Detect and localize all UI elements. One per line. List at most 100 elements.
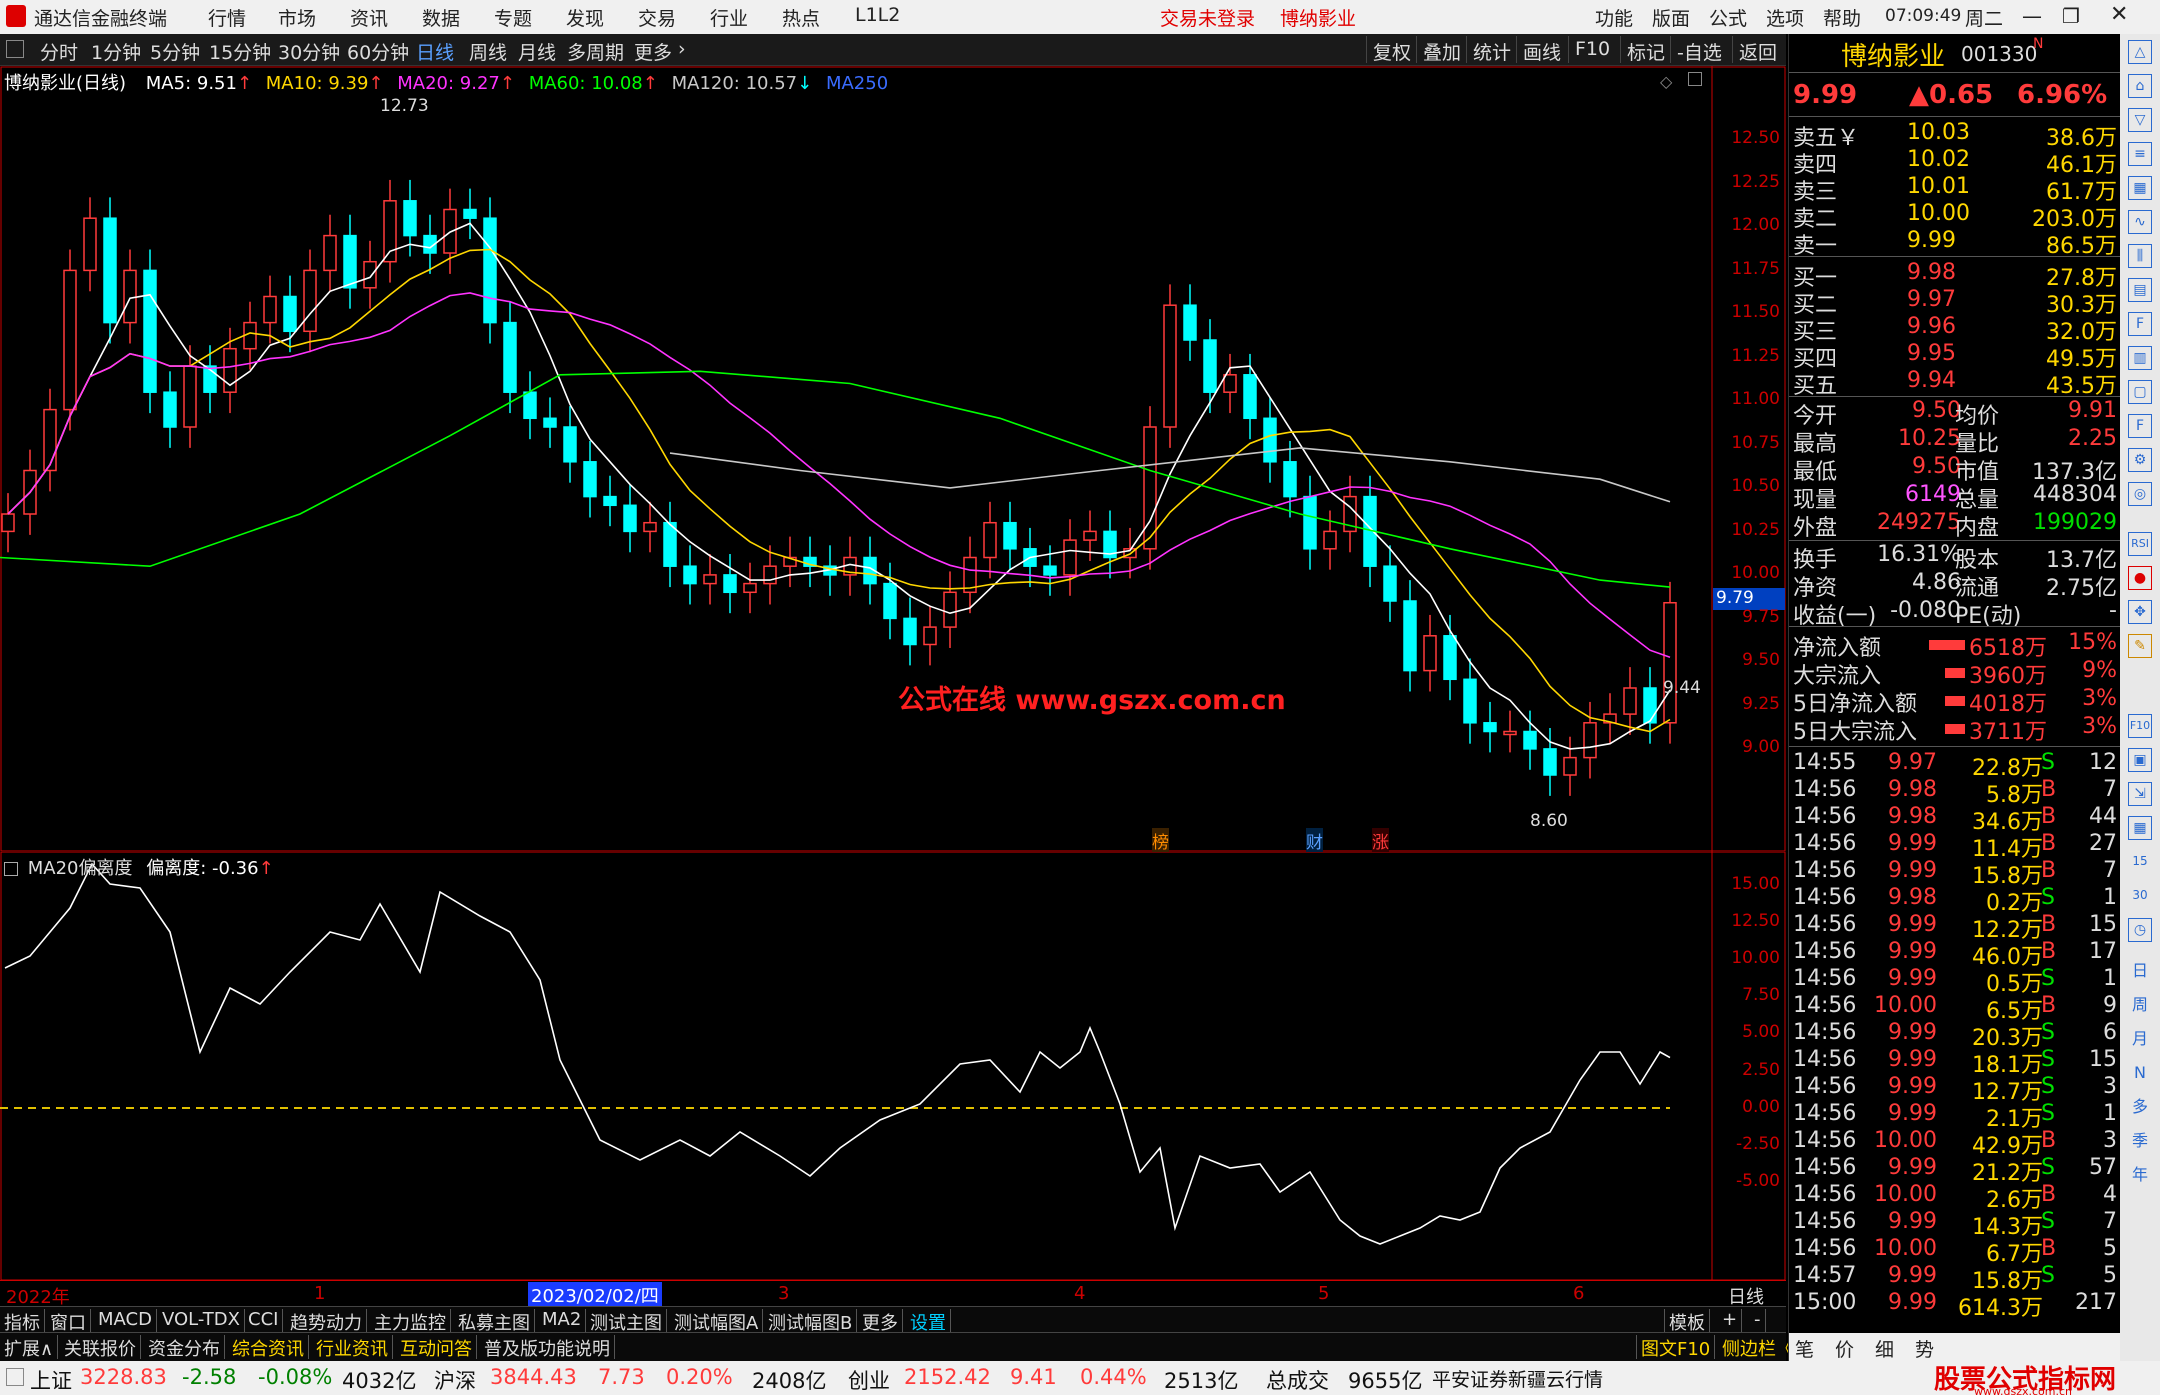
bid-row[interactable]: 买四 9.95 49.5万 [1789, 341, 2121, 372]
grid-icon[interactable]: ▦ [2128, 176, 2152, 200]
menu-redian[interactable]: 热点 [782, 4, 820, 31]
period-15-icon[interactable]: 15 [2128, 850, 2152, 874]
restore-icon[interactable]: ❐ [2062, 4, 2080, 28]
period-30min[interactable]: 30分钟 [278, 38, 340, 65]
marker-cai[interactable]: 财 [1306, 828, 1323, 853]
btn-f10[interactable]: F10 [1568, 36, 1616, 63]
period-season-icon[interactable]: 季 [2128, 1130, 2152, 1154]
stat-row[interactable]: 收益(一) -0.080 PE(动) - [1789, 598, 2121, 629]
tick-row[interactable]: 14:56 9.99 0.5万 S 1 [1789, 966, 2121, 997]
tab-jia[interactable]: 价 [1835, 1335, 1854, 1362]
kline-panel[interactable]: 博纳影业(日线) MA5: 9.51↑ MA10: 9.39↑ MA20: 9.… [0, 66, 1786, 853]
tick-row[interactable]: 14:57 9.99 15.8万 S 5 [1789, 1263, 2121, 1294]
period-30-icon[interactable]: 30 [2128, 884, 2152, 908]
menu-xuanxiang[interactable]: 选项 [1766, 4, 1804, 31]
up-arrow-icon[interactable]: △ [2128, 40, 2152, 64]
tab-macd[interactable]: MACD [94, 1309, 157, 1333]
btn-huaxian[interactable]: 画线 [1516, 36, 1567, 64]
tick-row[interactable]: 14:55 9.97 22.8万 S 12 [1789, 750, 2121, 781]
close-icon[interactable]: ✕ [2110, 2, 2128, 27]
period-daily[interactable]: 日线 [416, 38, 454, 65]
menu-banmian[interactable]: 版面 [1652, 4, 1690, 31]
tick-row[interactable]: 14:56 9.98 0.2万 S 1 [1789, 885, 2121, 916]
menu-faxian[interactable]: 发现 [566, 4, 604, 31]
period-multi[interactable]: 多周期 [567, 38, 624, 65]
btn-biaoji[interactable]: 标记 [1620, 36, 1671, 64]
tick-row[interactable]: 14:56 9.98 5.8万 B 7 [1789, 777, 2121, 808]
tick-row[interactable]: 14:56 9.99 46.0万 B 17 [1789, 939, 2121, 970]
tab-zijin[interactable]: 资金分布 [144, 1335, 225, 1360]
menu-bangzhu[interactable]: 帮助 [1823, 4, 1861, 31]
page-icon[interactable]: ▢ [2128, 380, 2152, 404]
move-icon[interactable]: ✥ [2128, 600, 2152, 624]
stat-row[interactable]: 最高 10.25 量比 2.25 [1789, 426, 2121, 457]
menu-l1l2[interactable]: L1L2 [855, 4, 900, 26]
period-n-icon[interactable]: N [2128, 1062, 2152, 1086]
pen-icon[interactable]: ✎ [2128, 634, 2152, 658]
tab-hangye[interactable]: 行业资讯 [312, 1335, 393, 1360]
alert-icon[interactable]: ● [2128, 566, 2152, 590]
fin-icon[interactable]: F [2128, 312, 2152, 336]
tab-vol-tdx[interactable]: VOL-TDX [158, 1309, 245, 1333]
tick-row[interactable]: 14:56 9.99 14.3万 S 7 [1789, 1209, 2121, 1240]
menu-hangye[interactable]: 行业 [710, 4, 748, 31]
bid-row[interactable]: 买五 9.94 43.5万 [1789, 368, 2121, 399]
tab-f10-tuwen[interactable]: 图文F10 [1636, 1335, 1716, 1360]
tab-ceshi-futu-a[interactable]: 测试幅图A [670, 1309, 764, 1334]
table-icon[interactable]: ▥ [2128, 346, 2152, 370]
tab-cci[interactable]: CCI [244, 1309, 284, 1333]
period-weekly[interactable]: 周线 [469, 38, 507, 65]
toggle-icon[interactable] [6, 40, 24, 58]
doc-icon[interactable]: ▤ [2128, 278, 2152, 302]
period-year-icon[interactable]: 年 [2128, 1164, 2152, 1188]
period-15min[interactable]: 15分钟 [209, 38, 271, 65]
bid-row[interactable]: 买三 9.96 32.0万 [1789, 314, 2121, 345]
tick-row[interactable]: 14:56 9.98 34.6万 B 44 [1789, 804, 2121, 835]
tick-row[interactable]: 14:56 9.99 15.8万 B 7 [1789, 858, 2121, 889]
menu-shichang[interactable]: 市场 [278, 4, 316, 31]
ask-row[interactable]: 卖五￥ 10.03 38.6万 [1789, 120, 2121, 151]
tick-row[interactable]: 14:56 9.99 20.3万 S 6 [1789, 1020, 2121, 1051]
window-icon[interactable]: ▣ [2128, 748, 2152, 772]
tab-zhibiao[interactable]: 指标 [0, 1309, 45, 1334]
stat-row[interactable]: 换手 16.31% 股本 13.7亿 [1789, 542, 2121, 573]
layout-icon[interactable]: ▦ [2128, 816, 2152, 840]
menu-jiaoyi[interactable]: 交易 [638, 4, 676, 31]
tab-hudong[interactable]: 互动问答 [396, 1335, 477, 1360]
panel-max-icon[interactable] [1688, 72, 1702, 86]
ask-row[interactable]: 卖一 9.99 86.5万 [1789, 228, 2121, 259]
period-day-icon[interactable]: 日 [2128, 960, 2152, 984]
chevron-right-icon[interactable]: › [678, 38, 686, 60]
btn-tongji[interactable]: 统计 [1466, 36, 1517, 64]
tab-puji[interactable]: 普及版功能说明 [480, 1335, 615, 1360]
hourly-icon[interactable]: ◷ [2128, 918, 2152, 942]
tab-bi[interactable]: 笔 [1795, 1335, 1814, 1362]
ask-row[interactable]: 卖二 10.00 203.0万 [1789, 201, 2121, 232]
stat-row[interactable]: 外盘 249275 内盘 199029 [1789, 510, 2121, 541]
add-panel-button[interactable]: + [1718, 1309, 1743, 1333]
tick-row[interactable]: 14:56 10.00 6.5万 B 9 [1789, 993, 2121, 1024]
tab-chuangkou[interactable]: 窗口 [46, 1309, 91, 1334]
btn-fanhui[interactable]: 返回 [1732, 36, 1783, 64]
period-60min[interactable]: 60分钟 [347, 38, 409, 65]
index-sh-name[interactable]: 上证 [30, 1365, 72, 1395]
status-toggle-icon[interactable] [6, 1368, 24, 1386]
menu-gongneng[interactable]: 功能 [1595, 4, 1633, 31]
period-monthly[interactable]: 月线 [518, 38, 556, 65]
stat-row[interactable]: 今开 9.50 均价 9.91 [1789, 398, 2121, 429]
tick-row[interactable]: 14:56 9.99 11.4万 B 27 [1789, 831, 2121, 862]
list-icon[interactable]: ≡ [2128, 142, 2152, 166]
stat-row[interactable]: 净资 4.86 流通 2.75亿 [1789, 570, 2121, 601]
bid-row[interactable]: 买二 9.97 30.3万 [1789, 287, 2121, 318]
tab-xi[interactable]: 细 [1875, 1335, 1894, 1362]
indicator-title[interactable]: MA20偏离度 [28, 858, 133, 879]
tick-row[interactable]: 14:56 9.99 12.2万 B 15 [1789, 912, 2121, 943]
index-hs-name[interactable]: 沪深 [434, 1365, 476, 1395]
period-more[interactable]: 更多 [634, 38, 672, 65]
tab-guanlian[interactable]: 关联报价 [60, 1335, 141, 1360]
stat-row[interactable]: 现量 6149 总量 448304 [1789, 482, 2121, 513]
btn-fuquan[interactable]: 复权 [1366, 36, 1417, 64]
marker-bang[interactable]: 榜 [1152, 828, 1169, 853]
export-icon[interactable]: ⇲ [2128, 782, 2152, 806]
tab-gengduo[interactable]: 更多 [858, 1309, 903, 1334]
